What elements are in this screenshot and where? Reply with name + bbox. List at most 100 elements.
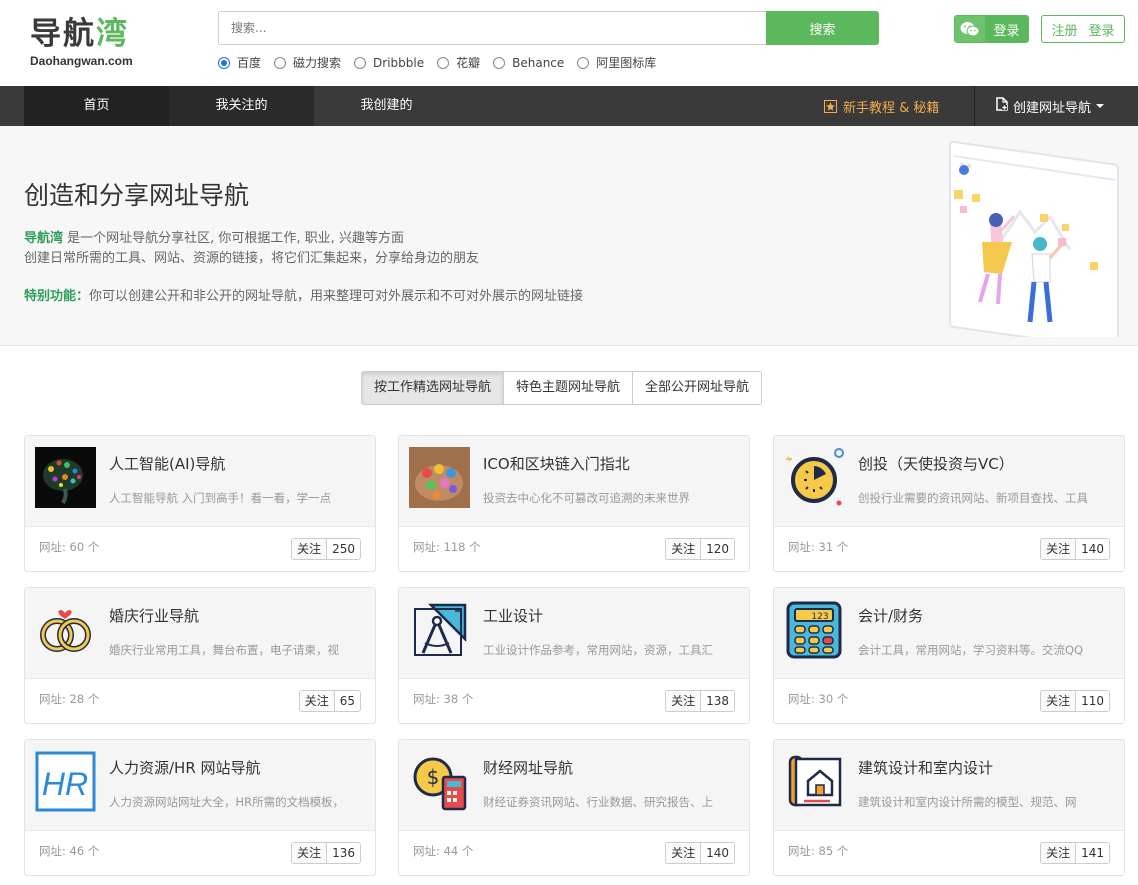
card-url-count: 网址: 28 个 xyxy=(39,692,100,706)
follow-button[interactable]: 关注 138 xyxy=(665,690,735,712)
card-title[interactable]: 建筑设计和室内设计 xyxy=(858,757,993,778)
compass-ruler-icon xyxy=(409,599,470,660)
hr-icon: HR xyxy=(35,751,96,812)
follow-label[interactable]: 关注 xyxy=(666,691,702,711)
radio-icon[interactable] xyxy=(274,56,287,69)
follow-count: 110 xyxy=(1076,691,1109,711)
nav-card[interactable]: 人工智能(AI)导航 人工智能导航 入门到高手！看一看，学一点 网址: 60 个… xyxy=(24,435,376,572)
nav-card[interactable]: ICO和区块链入门指北 投资去中心化不可篡改可追溯的未来世界 网址: 118 个… xyxy=(398,435,750,572)
radio-icon[interactable] xyxy=(437,56,450,69)
search-button[interactable]: 搜索 xyxy=(766,11,879,45)
tab-all-public[interactable]: 全部公开网址导航 xyxy=(632,371,763,405)
wechat-login-button[interactable]: 登录 xyxy=(954,15,1029,43)
nav-card[interactable]: 婚庆行业导航 婚庆行业常用工具，舞台布置，电子请柬，视 网址: 28 个 关注 … xyxy=(24,587,376,724)
follow-button[interactable]: 关注 140 xyxy=(665,842,735,864)
card-title[interactable]: 人工智能(AI)导航 xyxy=(109,453,225,474)
follow-button[interactable]: 关注 65 xyxy=(298,690,361,712)
nav-following[interactable]: 我关注的 xyxy=(169,86,314,126)
tab-featured-themes[interactable]: 特色主题网址导航 xyxy=(503,371,634,405)
card-desc: 建筑设计和室内设计所需的模型、规范、网 xyxy=(858,795,1077,809)
timer-icon xyxy=(784,447,845,508)
card-desc: 创投行业需要的资讯网站、新项目查找、工具 xyxy=(858,491,1088,505)
nav-create-dropdown[interactable]: 创建网址导航 xyxy=(996,86,1105,126)
follow-button[interactable]: 关注 250 xyxy=(291,538,361,560)
engine-option-dribbble[interactable]: Dribbble xyxy=(354,54,424,71)
nav-card[interactable]: HR 人力资源/HR 网站导航 人力资源网站网址大全，HR所需的文档模板， 网址… xyxy=(24,739,376,876)
nav-tutorial-link[interactable]: 新手教程 & 秘籍 xyxy=(824,86,939,126)
follow-label[interactable]: 关注 xyxy=(1041,843,1077,863)
svg-text:$: $ xyxy=(427,765,440,789)
nav-card[interactable]: 123 会计/财务 会计工具，常用网站，学习资料等。交流QQ 网址: 30 个 … xyxy=(773,587,1125,724)
card-desc: 财经证券资讯网站、行业数据、研究报告、上 xyxy=(483,795,713,809)
card-title[interactable]: ICO和区块链入门指北 xyxy=(483,453,630,474)
card-url-count: 网址: 30 个 xyxy=(788,692,849,706)
card-title[interactable]: 人力资源/HR 网站导航 xyxy=(109,757,261,778)
card-desc: 工业设计作品参考，常用网站，资源，工具汇 xyxy=(483,643,713,657)
blueprint-house-icon xyxy=(784,751,845,812)
follow-count: 138 xyxy=(701,691,734,711)
category-tabs: 按工作精选网址导航 特色主题网址导航 全部公开网址导航 xyxy=(361,371,763,405)
register-link[interactable]: 注册 xyxy=(1051,20,1077,39)
search-input[interactable] xyxy=(218,11,766,45)
hero-feature-label: 特别功能： xyxy=(24,289,90,304)
hero-illustration xyxy=(940,132,1130,345)
radio-icon[interactable] xyxy=(577,56,590,69)
wechat-login-label: 登录 xyxy=(985,16,1028,42)
search-area: 搜索 百度 磁力搜索 Dribbble 花瓣 Behance 阿里图标库 xyxy=(218,11,879,71)
engine-option-baidu[interactable]: 百度 xyxy=(218,54,261,71)
engine-option-huaban[interactable]: 花瓣 xyxy=(437,54,480,71)
wechat-icon xyxy=(955,16,985,42)
card-desc: 人力资源网站网址大全，HR所需的文档模板， xyxy=(109,795,345,809)
tab-by-work[interactable]: 按工作精选网址导航 xyxy=(361,371,505,405)
follow-button[interactable]: 关注 110 xyxy=(1040,690,1110,712)
card-title[interactable]: 工业设计 xyxy=(483,605,543,626)
hero-intro-line1: 导航湾 是一个网址导航分享社区, 你可根据工作, 职业, 兴趣等方面 xyxy=(24,231,404,246)
nav-card[interactable]: 创投（天使投资与VC） 创投行业需要的资讯网站、新项目查找、工具 网址: 31 … xyxy=(773,435,1125,572)
card-title[interactable]: 婚庆行业导航 xyxy=(109,605,199,626)
register-login-button[interactable]: 注册 登录 xyxy=(1041,15,1125,43)
follow-label[interactable]: 关注 xyxy=(292,539,328,559)
card-desc: 投资去中心化不可篡改可追溯的未来世界 xyxy=(483,491,690,505)
nav-card[interactable]: 工业设计 工业设计作品参考，常用网站，资源，工具汇 网址: 38 个 关注 13… xyxy=(398,587,750,724)
follow-button[interactable]: 关注 136 xyxy=(291,842,361,864)
follow-label[interactable]: 关注 xyxy=(666,843,702,863)
card-title[interactable]: 会计/财务 xyxy=(858,605,923,626)
engine-option-behance[interactable]: Behance xyxy=(493,54,564,71)
logo-text-main: 导航 xyxy=(30,16,96,52)
radio-icon[interactable] xyxy=(354,56,367,69)
svg-text:123: 123 xyxy=(811,612,828,622)
follow-button[interactable]: 关注 141 xyxy=(1040,842,1110,864)
star-icon xyxy=(824,99,837,113)
search-engine-options: 百度 磁力搜索 Dribbble 花瓣 Behance 阿里图标库 xyxy=(218,54,879,71)
follow-button[interactable]: 关注 120 xyxy=(665,538,735,560)
login-link[interactable]: 登录 xyxy=(1088,20,1114,39)
follow-count: 140 xyxy=(701,843,734,863)
svg-text:HR: HR xyxy=(42,766,88,802)
follow-label[interactable]: 关注 xyxy=(292,843,328,863)
card-title[interactable]: 财经网址导航 xyxy=(483,757,573,778)
card-desc: 婚庆行业常用工具，舞台布置，电子请柬，视 xyxy=(109,643,339,657)
follow-label[interactable]: 关注 xyxy=(1041,539,1077,559)
hero-intro-line2: 创建日常所需的工具、网站、资源的链接，将它们汇集起来，分享给身边的朋友 xyxy=(24,251,480,266)
radio-icon[interactable] xyxy=(493,56,506,69)
follow-label[interactable]: 关注 xyxy=(1041,691,1077,711)
follow-label[interactable]: 关注 xyxy=(666,539,702,559)
site-logo[interactable]: 导航湾 Daohangwan.com xyxy=(30,14,133,68)
new-file-icon xyxy=(996,97,1008,115)
card-url-count: 网址: 46 个 xyxy=(39,844,100,858)
logo-domain: Daohangwan.com xyxy=(30,54,133,68)
engine-option-iconfont[interactable]: 阿里图标库 xyxy=(577,54,656,71)
engine-option-magnet[interactable]: 磁力搜索 xyxy=(274,54,341,71)
follow-button[interactable]: 关注 140 xyxy=(1040,538,1110,560)
radio-selected-icon[interactable] xyxy=(218,56,230,69)
nav-card[interactable]: 建筑设计和室内设计 建筑设计和室内设计所需的模型、规范、网 网址: 85 个 关… xyxy=(773,739,1125,876)
card-desc: 人工智能导航 入门到高手！看一看，学一点 xyxy=(109,491,332,505)
card-title[interactable]: 创投（天使投资与VC） xyxy=(858,453,1014,474)
caret-down-icon xyxy=(1096,104,1105,108)
nav-created[interactable]: 我创建的 xyxy=(314,86,459,126)
nav-card[interactable]: $ 财经网址导航 财经证券资讯网站、行业数据、研究报告、上 网址: 44 个 关… xyxy=(398,739,750,876)
nav-divider xyxy=(974,86,975,126)
nav-home[interactable]: 首页 xyxy=(24,86,169,126)
hero-brand[interactable]: 导航湾 xyxy=(24,231,63,246)
follow-label[interactable]: 关注 xyxy=(299,691,335,711)
